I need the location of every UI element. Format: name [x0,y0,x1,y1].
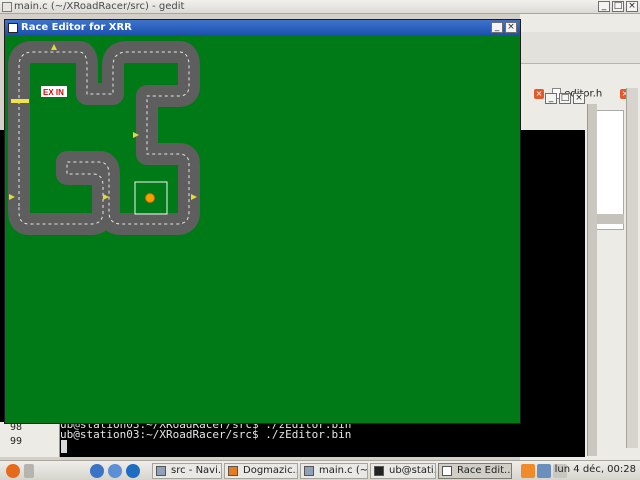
close-icon[interactable]: × [626,1,638,12]
gedit-icon [304,466,314,476]
tab-close-icon[interactable]: × [534,89,544,99]
terminal-cursor [61,440,67,453]
gedit-title: main.c (~/XRoadRacer/src) - gedit [14,1,185,12]
terminal-line: ub@station03:~/XRoadRacer/src$ ./zEditor… [60,428,352,441]
close-icon[interactable]: × [505,22,517,33]
start-menu-icon[interactable] [6,464,20,478]
track-svg[interactable]: EX IN [5,36,520,423]
taskbar-item-label: Dogmazic... [243,465,298,476]
editor-icon [442,466,452,476]
browser-icon[interactable] [126,464,140,478]
gedit-scrollbar[interactable] [626,88,638,448]
folder-icon [156,466,166,476]
minimize-icon[interactable]: _ [598,1,610,12]
taskbar-item[interactable]: main.c (~... [300,463,368,479]
race-editor-window[interactable]: Race Editor for XRR _ × EX IN [4,19,521,424]
gedit-app-icon [2,2,12,12]
minimize-icon[interactable]: _ [491,22,503,33]
taskbar-item[interactable]: Race Edit... [438,463,512,479]
maximize-icon[interactable]: □ [612,1,624,12]
taskbar-item-label: src - Navi... [171,465,222,476]
taskbar: src - Navi... Dogmazic... main.c (~... u… [0,460,640,480]
notification-icon[interactable] [521,464,535,478]
line-number: 99 [10,436,23,447]
maximize-icon[interactable]: □ [559,93,571,104]
separator [24,464,34,478]
start-line[interactable] [11,99,29,103]
taskbar-item-label: main.c (~... [319,465,368,476]
taskbar-item[interactable]: src - Navi... [152,463,222,479]
tab-close[interactable]: × [534,88,544,106]
car-marker[interactable] [145,193,155,203]
finish-label: EX IN [43,88,64,97]
terminal-window-controls: _ □ × [545,93,587,106]
firefox-icon[interactable] [90,464,104,478]
track-canvas[interactable]: EX IN [5,36,520,423]
race-editor-title: Race Editor for XRR [21,22,132,33]
taskbar-item[interactable]: Dogmazic... [224,463,298,479]
close-icon[interactable]: × [573,93,585,104]
taskbar-item[interactable]: ub@stati... [370,463,436,479]
network-icon[interactable] [108,464,122,478]
minimize-icon[interactable]: _ [545,93,557,104]
gedit-titlebar[interactable]: main.c (~/XRoadRacer/src) - gedit _ □ × [0,0,640,14]
terminal-scrollbar[interactable] [587,104,597,456]
firefox-icon [228,466,238,476]
line-number-gutter: 98 99 [0,422,60,457]
taskbar-item-label: Race Edit... [457,465,512,476]
terminal-icon [374,466,384,476]
race-editor-app-icon [8,23,18,33]
volume-icon[interactable] [537,464,551,478]
race-editor-titlebar[interactable]: Race Editor for XRR _ × [5,20,520,36]
clock[interactable]: lun 4 déc, 00:28 [555,464,636,475]
taskbar-item-label: ub@stati... [389,465,435,476]
